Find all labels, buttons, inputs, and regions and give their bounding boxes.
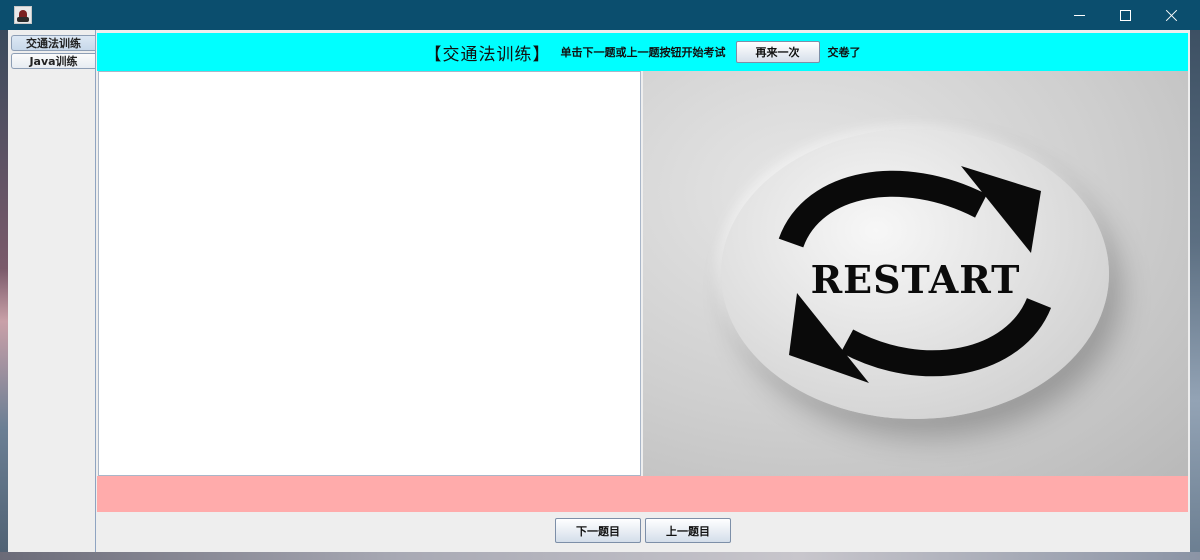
previous-question-button[interactable]: 上一题目 — [645, 518, 731, 543]
frame-content: 交通法训练 Java训练 【交通法训练】 单击下一题或上一题按钮开始考试 再来一… — [8, 30, 1190, 552]
tab-traffic-law[interactable]: 交通法训练 — [11, 35, 95, 51]
tab-strip: 交通法训练 Java训练 — [8, 30, 96, 552]
instruction-text: 单击下一题或上一题按钮开始考试 — [560, 46, 726, 59]
restart-button[interactable]: 再来一次 — [735, 41, 820, 63]
app-window: 交通法训练 Java训练 【交通法训练】 单击下一题或上一题按钮开始考试 再来一… — [0, 0, 1200, 560]
header-bar: 【交通法训练】 单击下一题或上一题按钮开始考试 再来一次 交卷了 — [97, 33, 1188, 71]
minimize-button[interactable] — [1056, 0, 1102, 30]
minimize-icon — [1073, 14, 1085, 16]
app-icon — [14, 6, 32, 24]
page-title: 【交通法训练】 — [424, 44, 551, 65]
maximize-icon — [1119, 9, 1131, 21]
close-button[interactable] — [1148, 0, 1194, 30]
maximize-button[interactable] — [1102, 0, 1148, 30]
tab-java[interactable]: Java训练 — [11, 53, 95, 69]
question-text-area[interactable] — [98, 71, 641, 476]
main-panel: 【交通法训练】 单击下一题或上一题按钮开始考试 再来一次 交卷了 RESTART… — [97, 33, 1188, 552]
question-image: RESTART — [643, 71, 1188, 476]
next-question-button[interactable]: 下一题目 — [555, 518, 641, 543]
submit-exam-label[interactable]: 交卷了 — [828, 44, 861, 60]
restart-image-caption: RESTART — [810, 257, 1021, 302]
title-bar — [0, 0, 1200, 30]
close-icon — [1165, 9, 1178, 22]
status-bar — [97, 476, 1188, 512]
